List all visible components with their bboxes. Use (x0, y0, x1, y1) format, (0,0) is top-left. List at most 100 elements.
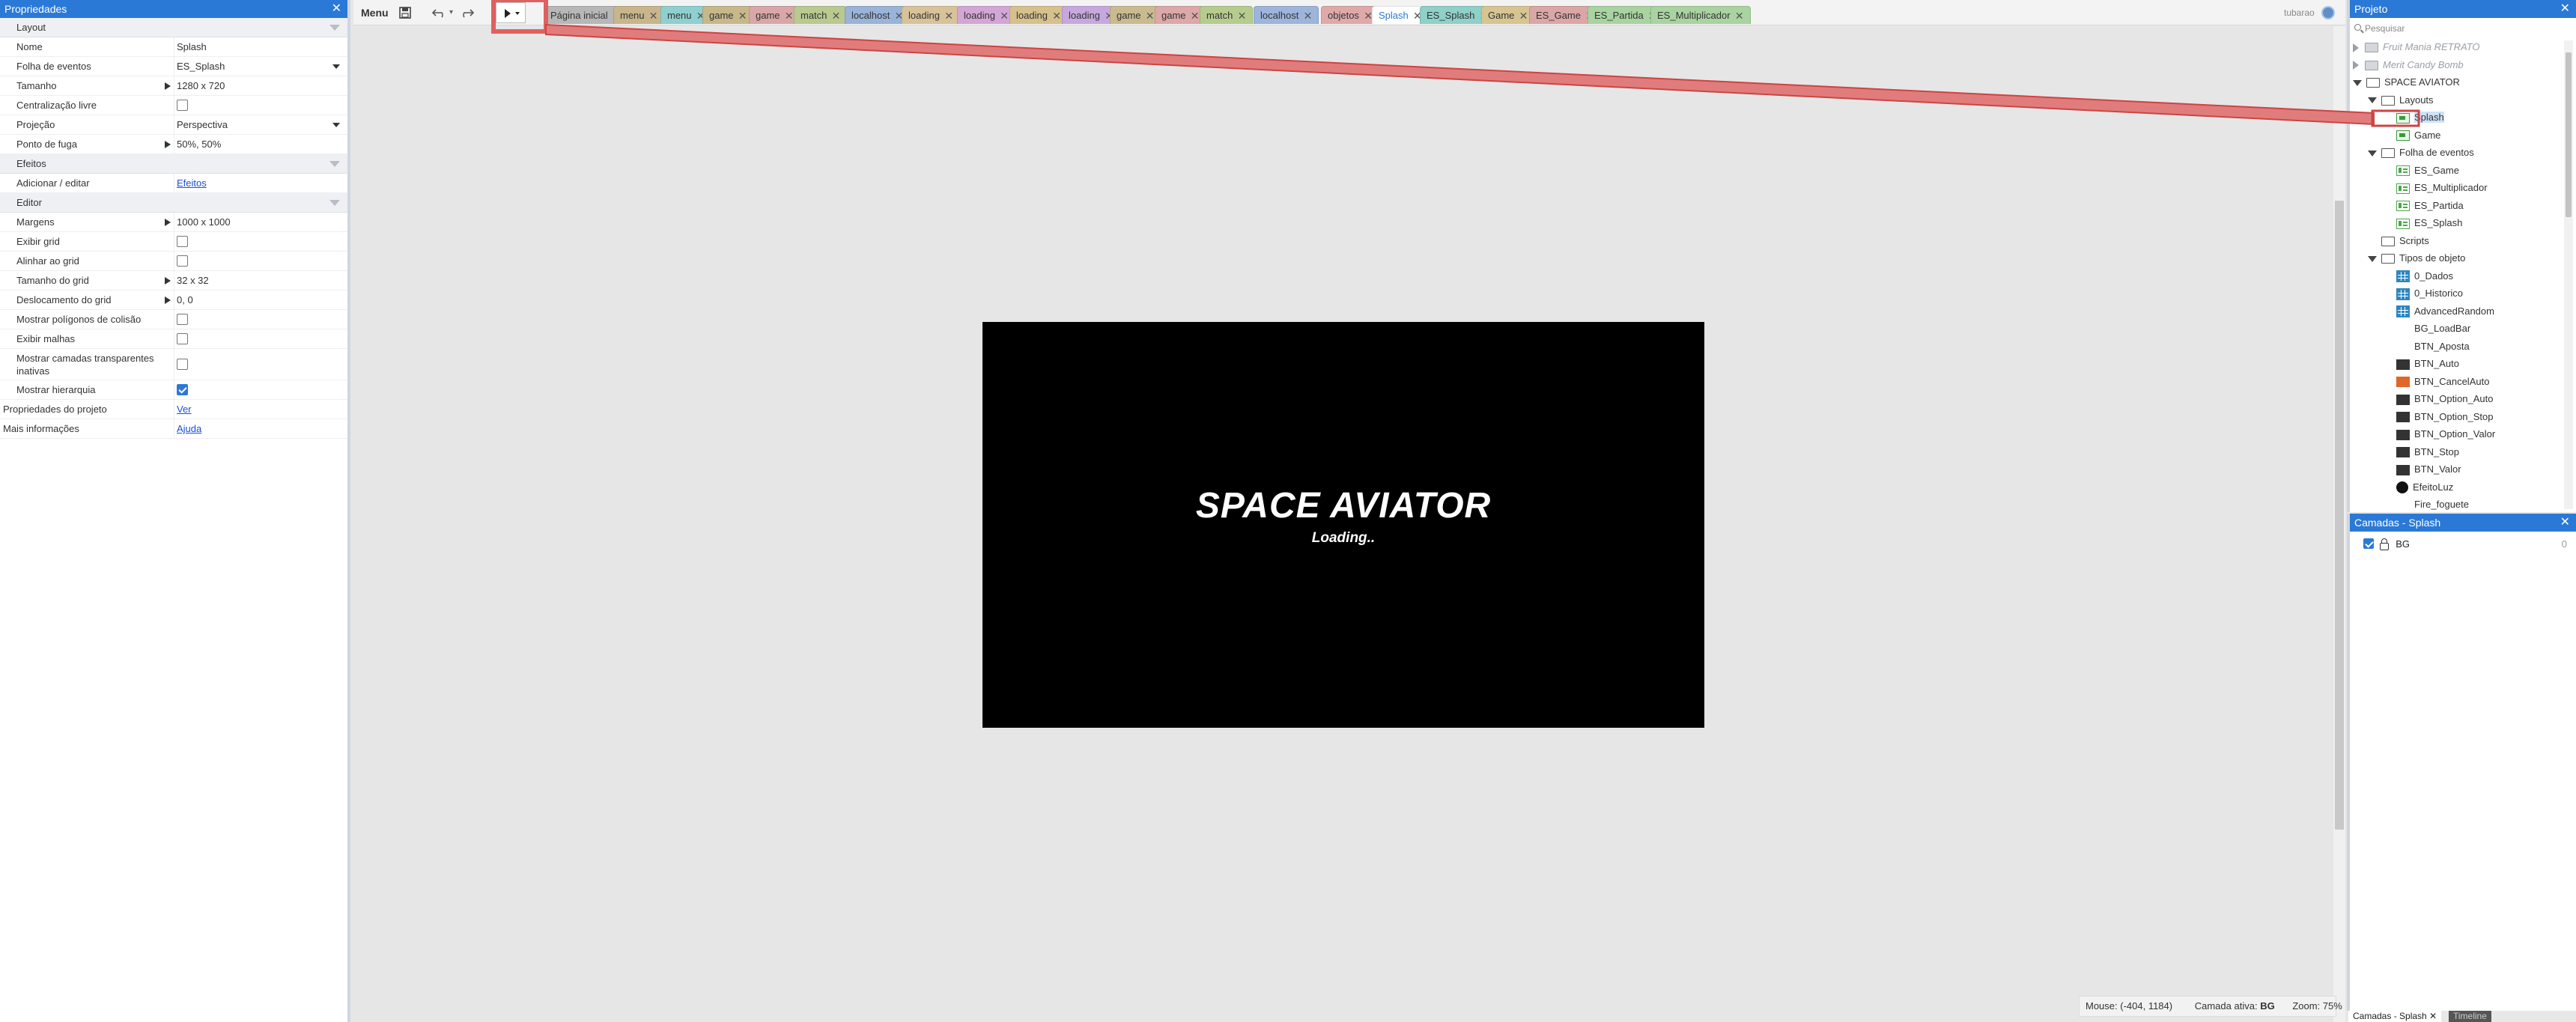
tab-game[interactable]: Game ✕ (1481, 6, 1535, 25)
section-editor[interactable]: Editor (0, 193, 347, 213)
close-icon[interactable]: ✕ (2560, 514, 2570, 532)
tree-item-btn-aposta[interactable]: BTN_Aposta (2383, 338, 2470, 355)
chevron-down-icon[interactable] (329, 161, 340, 167)
loading-text[interactable]: Loading.. (982, 530, 1704, 547)
tree-item-es-game[interactable]: ES_Game (2383, 162, 2459, 179)
help-link[interactable]: Ajuda (177, 423, 201, 434)
tree-item-btn-valor[interactable]: BTN_Valor (2383, 461, 2461, 478)
tree-item-scripts[interactable]: Scripts (2368, 233, 2429, 249)
show-meshes-checkbox[interactable] (177, 332, 188, 344)
tab-close-icon[interactable]: ✕ (832, 7, 841, 25)
project-scrollbar-thumb[interactable] (2566, 52, 2572, 217)
expand-arrow-icon[interactable] (2353, 79, 2362, 86)
tree-item-es-partida[interactable]: ES_Partida (2383, 198, 2464, 214)
tree-item-space-aviator[interactable]: SPACE AVIATOR (2353, 74, 2460, 91)
tab-close-icon[interactable]: ✕ (1519, 7, 1528, 25)
tab-close-icon[interactable]: ✕ (1146, 7, 1155, 25)
tab-localhost[interactable]: localhost ✕ (845, 6, 911, 24)
tab-localhost[interactable]: localhost ✕ (1254, 6, 1319, 24)
tab-close-icon[interactable]: ✕ (1191, 7, 1200, 25)
tab-game[interactable]: game ✕ (1110, 6, 1161, 24)
tree-item-es-splash[interactable]: ES_Splash (2383, 215, 2462, 231)
tree-item-fruit-mania-retrato[interactable]: Fruit Mania RETRATO (2353, 39, 2480, 55)
tree-item-advancedrandom[interactable]: AdvancedRandom (2383, 303, 2494, 320)
layer-row[interactable]: BG 0 (2363, 536, 2570, 553)
tab-game[interactable]: game ✕ (749, 6, 801, 24)
tab-match[interactable]: match ✕ (1200, 6, 1254, 25)
tree-item-splash[interactable]: Splash (2383, 109, 2444, 126)
tree-item-btn-option-valor[interactable]: BTN_Option_Valor (2383, 426, 2495, 442)
tab-close-icon[interactable]: ✕ (738, 7, 747, 25)
tab-layers[interactable]: Camadas - Splash ✕ (2348, 1011, 2442, 1022)
expand-triangle-icon[interactable] (165, 219, 171, 226)
snap-to-grid-checkbox[interactable] (177, 255, 188, 267)
game-title-text[interactable]: SPACE AVIATOR (982, 485, 1704, 526)
tab-loading[interactable]: loading ✕ (1009, 6, 1068, 24)
close-icon[interactable]: ✕ (2560, 0, 2570, 18)
tree-item-bg-loadbar[interactable]: BG_LoadBar (2383, 320, 2470, 337)
save-icon[interactable] (398, 3, 412, 22)
tree-item-es-multiplicador[interactable]: ES_Multiplicador (2383, 180, 2488, 196)
tree-item-folha-de-eventos[interactable]: Folha de eventos (2368, 145, 2474, 161)
event-sheet-select[interactable]: ES_Splash (177, 57, 344, 76)
redo-icon[interactable] (458, 3, 475, 22)
show-grid-checkbox[interactable] (177, 235, 188, 247)
tab-menu[interactable]: menu ✕ (613, 6, 665, 24)
effects-link[interactable]: Efeitos (177, 177, 207, 189)
tab-match[interactable]: match ✕ (794, 6, 848, 25)
undo-icon[interactable] (431, 3, 448, 22)
tab-close-icon[interactable]: ✕ (785, 7, 794, 25)
tab-objetos[interactable]: objetos ✕ (1321, 6, 1379, 24)
expand-triangle-icon[interactable] (165, 141, 171, 148)
menu-button[interactable]: Menu (361, 3, 389, 22)
tab-loading[interactable]: loading ✕ (957, 6, 1015, 24)
tree-item-efeitoluz[interactable]: EfeitoLuz (2383, 479, 2453, 496)
tab-loading[interactable]: loading ✕ (902, 6, 960, 24)
chevron-down-icon[interactable] (329, 25, 340, 31)
show-transparent-layers-checkbox[interactable] (177, 358, 188, 370)
tree-item-btn-option-stop[interactable]: BTN_Option_Stop (2383, 409, 2494, 425)
size-field[interactable]: 1280 x 720 (177, 76, 344, 96)
avatar[interactable] (2321, 6, 2335, 19)
section-efeitos[interactable]: Efeitos (0, 154, 347, 174)
layout-viewport[interactable]: SPACE AVIATOR Loading.. (982, 322, 1704, 728)
layer-visibility-checkbox[interactable] (2363, 538, 2374, 550)
tab-close-icon[interactable]: ✕ (1304, 7, 1313, 25)
show-collision-polygons-checkbox[interactable] (177, 313, 188, 325)
tree-item-game[interactable]: Game (2383, 127, 2440, 144)
tab-close-icon[interactable]: ✕ (1000, 7, 1009, 25)
tab-close-icon[interactable]: ✕ (1052, 7, 1061, 25)
collapse-arrow-icon[interactable] (2353, 43, 2359, 52)
tree-item-btn-stop[interactable]: BTN_Stop (2383, 444, 2459, 460)
tab-game[interactable]: game ✕ (1155, 6, 1206, 24)
tab-close-icon[interactable]: ✕ (649, 7, 658, 25)
expand-arrow-icon[interactable] (2368, 255, 2377, 262)
expand-triangle-icon[interactable] (165, 277, 171, 285)
unbounded-scrolling-checkbox[interactable] (177, 99, 188, 111)
tree-item-tipos-de-objeto[interactable]: Tipos de objeto (2368, 250, 2465, 267)
tab-close-icon[interactable]: ✕ (1238, 7, 1247, 25)
tab-close-icon[interactable]: ✕ (1735, 7, 1744, 25)
tree-item-layouts[interactable]: Layouts (2368, 92, 2434, 109)
lock-icon[interactable] (2379, 538, 2389, 550)
undo-dropdown-icon[interactable]: ▾ (449, 3, 453, 22)
show-hierarchy-checkbox[interactable] (177, 383, 188, 395)
tree-item-fire-foguete[interactable]: Fire_foguete (2383, 496, 2469, 513)
tree-item-0-historico[interactable]: 0_Historico (2383, 285, 2463, 302)
preview-button[interactable] (496, 2, 526, 23)
expand-arrow-icon[interactable] (2368, 150, 2377, 156)
tab-es-multiplicador[interactable]: ES_Multiplicador ✕ (1650, 6, 1751, 24)
name-field[interactable]: Splash (177, 37, 344, 57)
vanishing-point-field[interactable]: 50%, 50% (177, 135, 344, 154)
close-icon[interactable]: ✕ (2429, 1011, 2437, 1021)
section-layout[interactable]: Layout (0, 18, 347, 37)
projection-select[interactable]: Perspectiva (177, 115, 344, 135)
tree-item-0-dados[interactable]: 0_Dados (2383, 268, 2453, 285)
tree-item-btn-option-auto[interactable]: BTN_Option_Auto (2383, 391, 2494, 407)
chevron-down-icon[interactable] (329, 200, 340, 206)
grid-size-field[interactable]: 32 x 32 (177, 271, 344, 291)
tree-item-merit-candy-bomb[interactable]: Merit Candy Bomb (2353, 57, 2464, 73)
margins-field[interactable]: 1000 x 1000 (177, 213, 344, 232)
project-properties-link[interactable]: Ver (177, 404, 192, 415)
project-search-input[interactable]: Pesquisar (2350, 19, 2567, 37)
